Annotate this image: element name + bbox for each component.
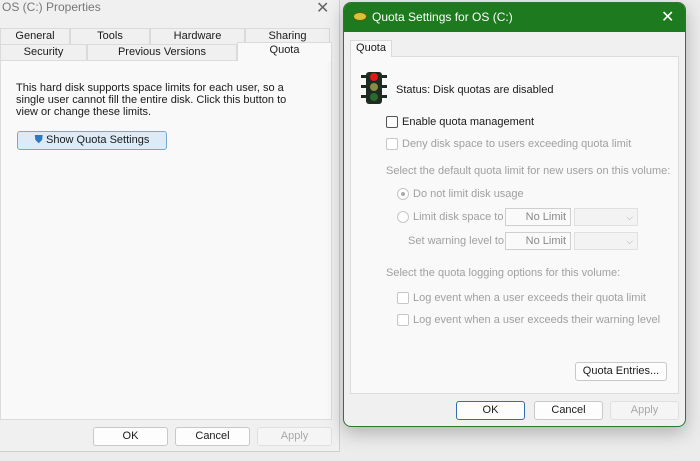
no-limit-radio[interactable] [397,188,409,200]
properties-dialog: OS (C:) Properties ✕ General Tools Hardw… [0,0,340,452]
no-limit-label: Do not limit disk usage [413,188,524,200]
disk-icon [353,12,367,21]
status-value: Disk quotas are disabled [433,84,554,96]
ok-button[interactable]: OK [93,427,168,446]
title-bar: Quota Settings for OS (C:) ✕ [344,3,685,32]
limit-radio[interactable] [397,211,409,223]
enable-quota-label: Enable quota management [402,116,535,128]
apply-button[interactable]: Apply [610,401,679,420]
log-warning-checkbox[interactable] [397,314,409,326]
dialog-title: OS (C:) Properties [2,0,101,14]
tab-security[interactable]: Security [0,44,87,60]
limit-label: Limit disk space to [413,211,504,223]
uac-shield-icon: ⛊ [34,134,43,146]
logging-heading: Select the quota logging options for thi… [386,267,621,279]
warning-label: Set warning level to [408,235,504,247]
warning-unit-select[interactable]: ⌵ [574,232,638,250]
quota-settings-dialog: Quota Settings for OS (C:) ✕ Quota Statu… [343,2,686,427]
deny-space-checkbox[interactable] [386,138,398,150]
log-quota-checkbox[interactable] [397,292,409,304]
tab-general[interactable]: General [0,28,70,44]
tab-tools[interactable]: Tools [70,28,150,44]
quota-panel: Status: Disk quotas are disabled Enable … [350,56,679,394]
status-label: Status: [396,84,431,96]
tab-quota[interactable]: Quota [237,42,332,61]
ok-button[interactable]: OK [456,401,525,420]
button-label: Show Quota Settings [45,134,150,146]
deny-space-label: Deny disk space to users exceeding quota… [402,138,632,150]
cancel-button[interactable]: Cancel [534,401,603,420]
quota-tab-panel: This hard disk supports space limits for… [0,60,332,420]
cancel-button[interactable]: Cancel [175,427,250,446]
tab-previous-versions[interactable]: Previous Versions [87,44,237,60]
limit-input[interactable]: No Limit [505,208,571,226]
default-limit-heading: Select the default quota limit for new u… [386,165,671,177]
limit-unit-select[interactable]: ⌵ [574,208,638,226]
close-icon[interactable]: ✕ [661,7,674,27]
traffic-light-icon [361,72,387,104]
close-icon[interactable]: ✕ [316,0,329,18]
dialog-title: Quota Settings for OS (C:) [372,10,513,24]
log-warning-label: Log event when a user exceeds their warn… [413,314,661,326]
show-quota-settings-button[interactable]: ⛊ Show Quota Settings [17,131,167,150]
apply-button[interactable]: Apply [257,427,332,446]
tab-hardware[interactable]: Hardware [150,28,245,44]
log-quota-label: Log event when a user exceeds their quot… [413,292,646,304]
warning-input[interactable]: No Limit [505,232,571,250]
quota-entries-button[interactable]: Quota Entries... [575,362,667,381]
enable-quota-checkbox[interactable] [386,116,398,128]
tab-quota[interactable]: Quota [350,40,392,57]
quota-description: This hard disk supports space limits for… [16,82,287,118]
